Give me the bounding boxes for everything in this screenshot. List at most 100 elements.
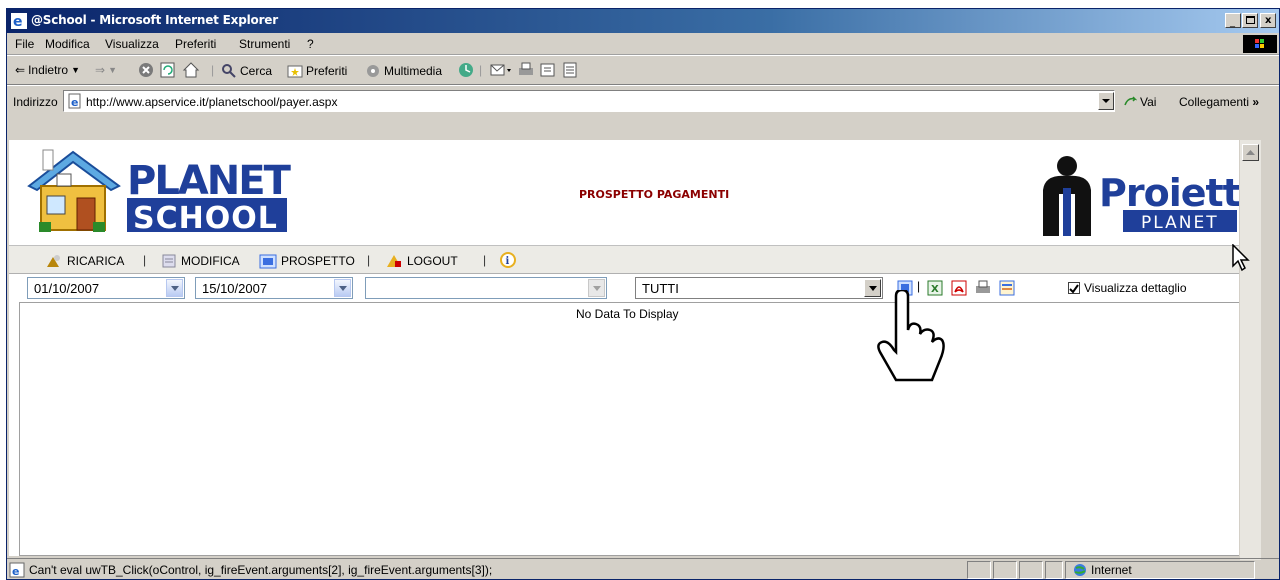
globe-icon: [1074, 564, 1086, 576]
windows-logo-icon: [1243, 35, 1277, 53]
menu-preferiti[interactable]: Preferiti: [175, 37, 216, 51]
arrow-cursor-icon: [1232, 244, 1250, 272]
standard-toolbar: ⇐ Indietro ▼ ⇒ ▼ | Cerca Preferiti Multi…: [7, 55, 1279, 85]
detail-checkbox[interactable]: [1068, 282, 1080, 294]
menu-visualizza[interactable]: Visualizza: [105, 37, 159, 51]
print-icon[interactable]: [517, 61, 535, 79]
word-export-icon[interactable]: [999, 280, 1015, 296]
page-error-icon: e: [9, 562, 25, 578]
logout-icon: [387, 255, 401, 267]
address-input[interactable]: e http://www.apservice.it/planetschool/p…: [63, 90, 1115, 112]
date-from-dropdown-button[interactable]: [166, 279, 183, 297]
checkmark-icon: [1069, 284, 1079, 294]
chevron-up-icon: [1246, 150, 1255, 155]
nav-separator: |: [143, 253, 147, 267]
search-button[interactable]: Cerca: [221, 63, 272, 79]
page-icon: e: [68, 93, 81, 109]
edit-icon[interactable]: [539, 61, 557, 79]
favorites-button[interactable]: Preferiti: [287, 63, 347, 79]
chevron-down-icon: [1102, 99, 1110, 103]
stop-icon[interactable]: [137, 61, 155, 79]
svg-text:e: e: [13, 14, 23, 29]
nav-modifica[interactable]: MODIFICA: [161, 253, 240, 269]
school-word: SCHOOL: [133, 201, 278, 236]
status-panel: [967, 561, 991, 579]
page-title: PROSPETTO PAGAMENTI: [579, 188, 730, 201]
minimize-button[interactable]: _: [1225, 13, 1241, 28]
status-bar: e Can't eval uwTB_Click(oControl, ig_fir…: [7, 558, 1279, 580]
go-arrow-icon: [1124, 96, 1137, 106]
nav-separator: |: [367, 253, 371, 267]
menu-bar: File Modifica Visualizza Preferiti Strum…: [7, 33, 1279, 55]
page-viewport: PLANET SCHOOL PROSPETTO PAGAMENTI Proiet…: [9, 140, 1261, 556]
student-select[interactable]: [365, 277, 607, 299]
chevron-down-icon: ▼: [71, 65, 81, 75]
history-icon[interactable]: [457, 61, 475, 79]
title-bar[interactable]: e @School - Microsoft Internet Explorer …: [7, 9, 1279, 33]
scroll-up-button[interactable]: [1242, 144, 1259, 161]
empty-grid-message: No Data To Display: [576, 307, 679, 321]
mail-icon[interactable]: [489, 61, 513, 79]
address-label: Indirizzo: [13, 95, 58, 109]
date-from-picker[interactable]: 01/10/2007: [27, 277, 185, 299]
vertical-scrollbar[interactable]: [1239, 140, 1261, 560]
address-url: http://www.apservice.it/planetschool/pay…: [86, 95, 338, 109]
svg-text:e: e: [71, 96, 78, 109]
detail-checkbox-label[interactable]: Visualizza dettaglio: [1084, 281, 1187, 295]
address-dropdown-button[interactable]: [1098, 92, 1114, 110]
nav-ricarica[interactable]: RICARICA: [45, 253, 124, 269]
planet-word: PLANET: [127, 158, 292, 204]
window-title: @School - Microsoft Internet Explorer: [31, 13, 278, 27]
print-icon[interactable]: [975, 280, 991, 296]
home-icon[interactable]: [182, 61, 200, 79]
page-nav: RICARICA | MODIFICA PROSPETTO | LOGOUT |…: [9, 246, 1241, 274]
links-button[interactable]: Collegamenti »: [1179, 95, 1259, 109]
status-text: Can't eval uwTB_Click(oControl, ig_fireE…: [29, 563, 493, 577]
nav-prospetto[interactable]: PROSPETTO: [259, 253, 355, 269]
forward-arrow-icon: ⇒: [95, 63, 106, 77]
menu-modifica[interactable]: Modifica: [45, 37, 90, 51]
maximize-button[interactable]: [1242, 13, 1258, 28]
address-bar: Indirizzo e http://www.apservice.it/plan…: [7, 85, 1279, 115]
menu-file[interactable]: File: [15, 37, 34, 51]
date-to-dropdown-button[interactable]: [334, 279, 351, 297]
back-arrow-icon: ⇐: [15, 63, 26, 77]
security-zone[interactable]: Internet: [1073, 563, 1132, 577]
payments-grid: No Data To Display: [19, 302, 1241, 556]
status-panel: [993, 561, 1017, 579]
proietti-planet-logo: Proietti PLANET: [1043, 156, 1245, 236]
pdf-export-icon[interactable]: [951, 280, 967, 296]
status-panel: [1019, 561, 1043, 579]
forward-button[interactable]: ⇒ ▼: [95, 63, 117, 77]
nav-logout[interactable]: LOGOUT: [385, 253, 458, 269]
go-button[interactable]: Vai: [1123, 95, 1156, 109]
edit-form-icon: [162, 254, 176, 268]
chevron-down-icon: ▼: [108, 65, 117, 75]
svg-text:e: e: [12, 565, 19, 578]
refill-icon: [47, 255, 60, 267]
back-button[interactable]: ⇐ Indietro ▼: [15, 63, 80, 77]
search-icon: [222, 64, 236, 78]
status-panel: [1045, 561, 1063, 579]
filter-bar: 01/10/2007 15/10/2007 TUTTI | X Visualiz…: [9, 274, 1241, 302]
close-button[interactable]: x: [1260, 13, 1276, 28]
browser-window: e @School - Microsoft Internet Explorer …: [6, 8, 1280, 580]
student-dropdown-button[interactable]: [588, 279, 605, 297]
media-icon: [367, 65, 379, 77]
planet-subword: PLANET: [1141, 213, 1219, 233]
info-icon[interactable]: i: [499, 251, 517, 269]
ie-logo-icon: e: [11, 13, 27, 29]
payment-type-select[interactable]: TUTTI: [635, 277, 883, 299]
discuss-icon[interactable]: [561, 61, 579, 79]
menu-help[interactable]: ?: [307, 37, 314, 51]
toolbar-separator: |: [479, 63, 483, 77]
favorites-icon: [287, 65, 303, 78]
planet-school-logo: PLANET SCHOOL: [27, 149, 293, 236]
hand-cursor-icon: [877, 290, 945, 382]
menu-strumenti[interactable]: Strumenti: [239, 37, 290, 51]
report-icon: [259, 254, 277, 269]
svg-text:i: i: [506, 256, 510, 267]
media-button[interactable]: Multimedia: [365, 63, 442, 79]
date-to-picker[interactable]: 15/10/2007: [195, 277, 353, 299]
refresh-icon[interactable]: [159, 61, 177, 79]
